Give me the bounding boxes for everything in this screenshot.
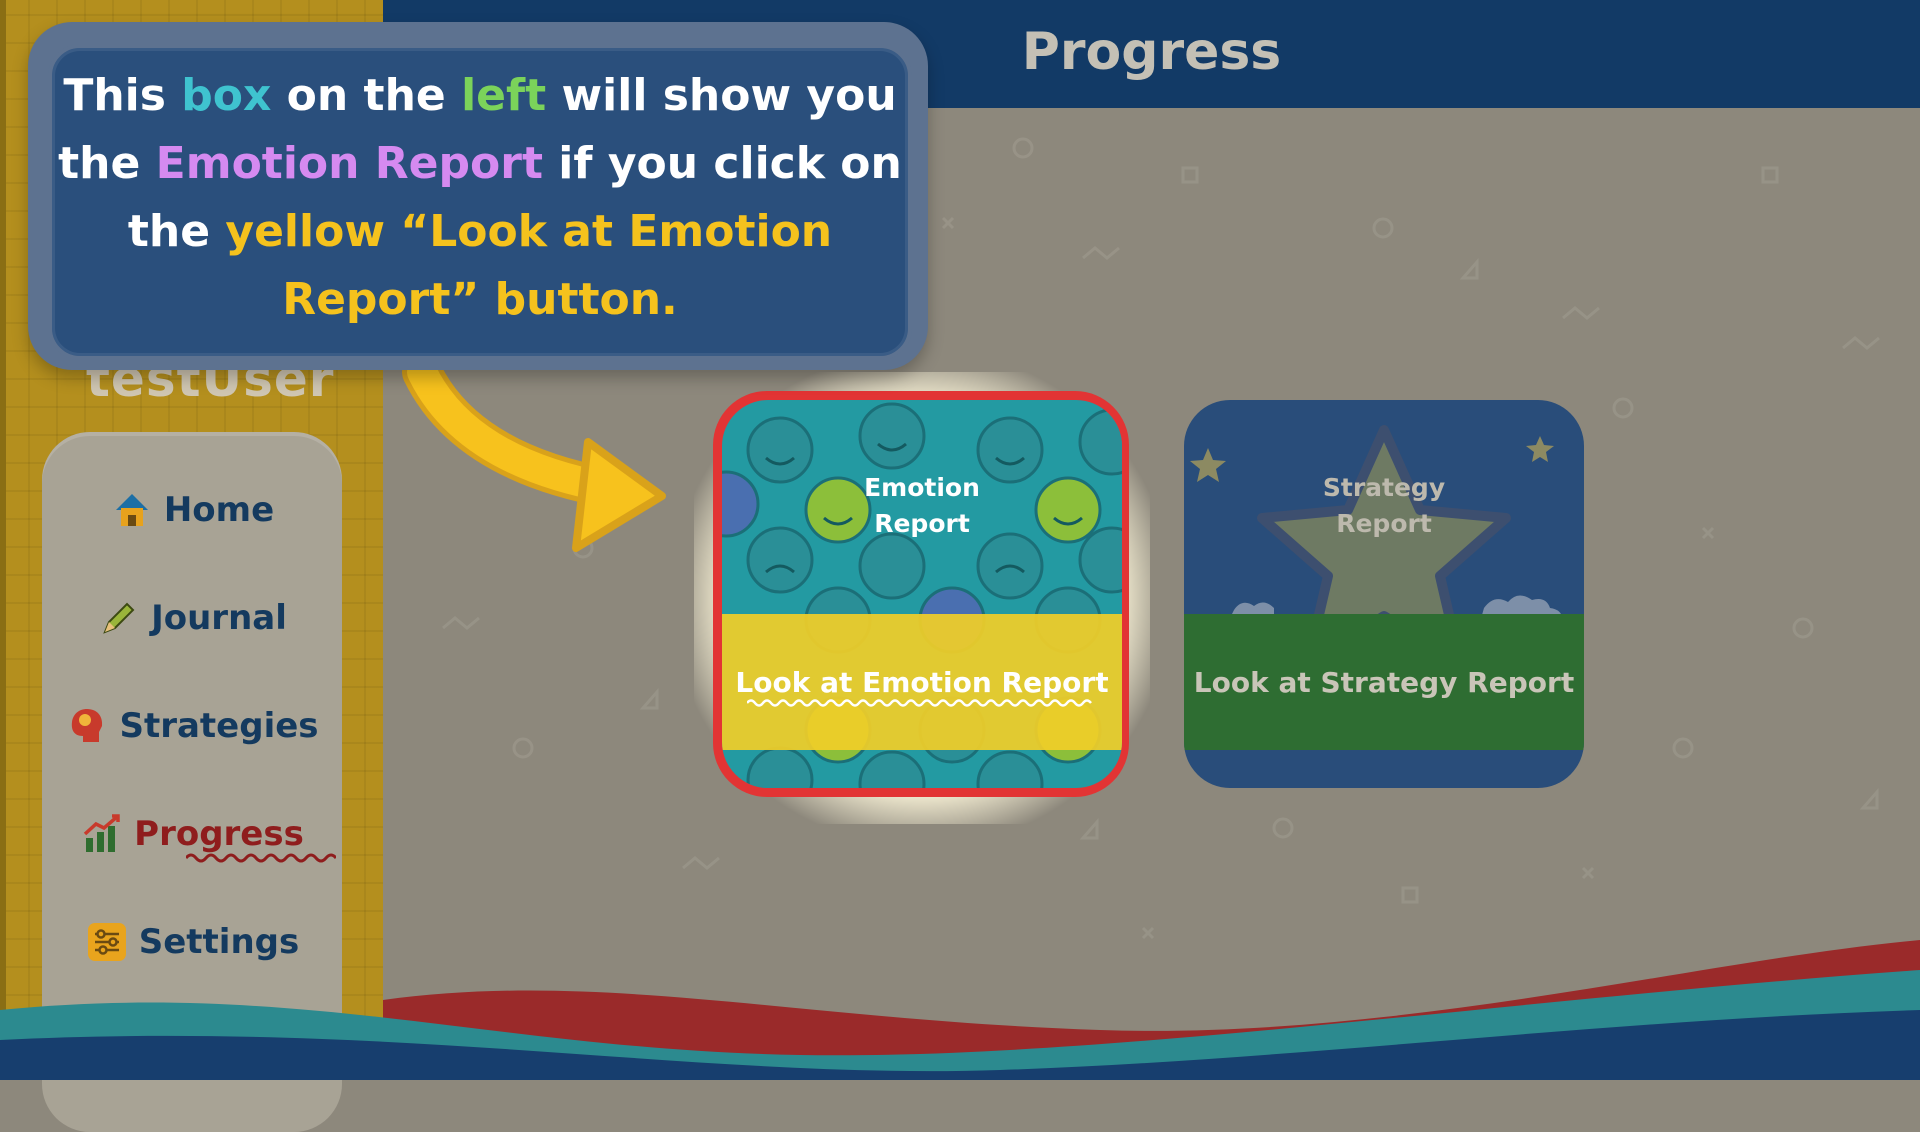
home-icon [115,494,148,526]
nav-label-home: Home [163,490,275,530]
head-icon [72,709,103,742]
chart-icon [83,814,120,852]
strategy-report-card[interactable]: Strategy Report Look at Strategy Report [1184,400,1584,788]
tooltip-text: This box on the left will show you the E… [48,62,912,334]
emotion-report-card[interactable]: Emotion Report Look at Emotion Report [722,400,1122,788]
look-at-strategy-report-button[interactable]: Look at Strategy Report [1184,614,1584,750]
nav-item-strategies[interactable]: Strategies [42,696,342,756]
nav-label-journal: Journal [151,598,287,638]
strategy-title-line1: Strategy [1322,473,1446,502]
look-at-emotion-report-button[interactable]: Look at Emotion Report [722,614,1122,750]
emotion-title-line2: Report [874,509,970,538]
tooltip-text-yellow-button: yellow “Look at Emotion Report” button. [225,206,833,325]
nav-item-journal[interactable]: Journal [42,588,342,648]
tooltip-text-1: This [63,70,182,121]
pointer-arrow-icon [402,360,666,552]
emotion-button-label: Look at Emotion Report [735,665,1109,699]
tooltip-text-3: on the [271,70,462,121]
strategy-card-title: Strategy Report [1184,470,1584,542]
emotion-title-line1: Emotion [864,473,980,502]
strategy-title-line2: Report [1336,509,1432,538]
active-underline [186,853,336,863]
tooltip-text-box: box [181,70,272,121]
nav-label-strategies: Strategies [119,706,319,746]
tooltip-text-left: left [461,70,547,121]
nav-item-progress[interactable]: Progress [42,804,342,864]
nav-label-progress: Progress [134,814,304,854]
button-underline [747,699,1092,707]
pencil-icon [103,602,135,634]
tooltip-text-emotion-report: Emotion Report [155,138,543,189]
sidebar-edge [0,0,6,1080]
nav-item-home[interactable]: Home [42,480,342,540]
bottom-waves [0,940,1920,1080]
emotion-card-title: Emotion Report [722,470,1122,542]
strategy-button-label: Look at Strategy Report [1193,665,1575,699]
